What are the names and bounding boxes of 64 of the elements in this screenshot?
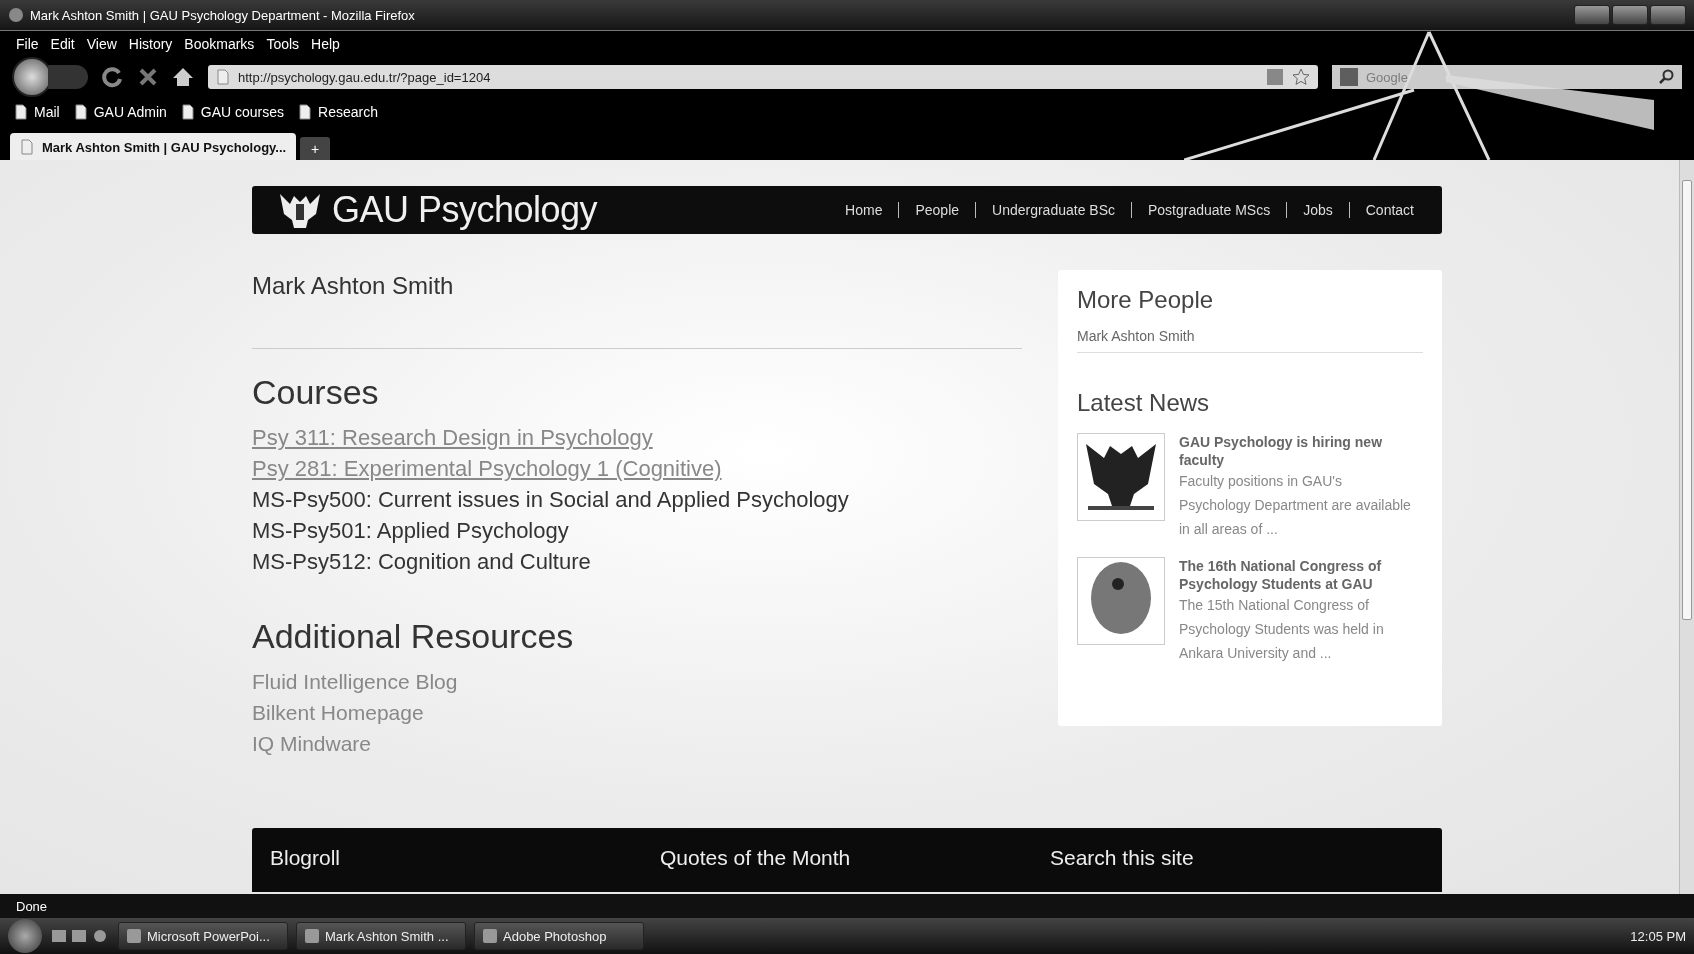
menu-item[interactable]: Edit (50, 36, 75, 52)
maximize-button[interactable] (1612, 5, 1648, 25)
app-icon (483, 929, 497, 943)
footer-heading: Search this site (1050, 846, 1195, 871)
nav-link[interactable]: People (898, 202, 976, 218)
reload-icon[interactable] (102, 66, 124, 88)
page-icon (14, 104, 28, 120)
sidebar-heading: Latest News (1077, 389, 1211, 417)
head-illustration-thumbnail[interactable] (1077, 557, 1165, 645)
news-excerpt: Faculty positions in GAU's Psychology Department are available in all areas of ... (1179, 472, 1411, 539)
sidebar-heading: More People (1077, 286, 1215, 314)
section-heading: Additional Resources (252, 617, 575, 656)
status-text: Done (0, 894, 1694, 918)
bookmark-item[interactable]: Mail (14, 104, 60, 120)
footer-heading: Blogroll (270, 846, 342, 871)
address-field[interactable]: http://psychology.gau.edu.tr/?page_id=1204 (208, 65, 1318, 89)
course-title: MS-Psy500: Current issues in Social and Applied Psychology (252, 486, 850, 514)
close-button[interactable] (1650, 5, 1686, 25)
scrollbar[interactable] (1679, 160, 1694, 894)
search-icon[interactable] (1658, 69, 1674, 85)
course-title: MS-Psy512: Cognition and Culture (252, 548, 592, 576)
course-title: MS-Psy501: Applied Psychology (252, 517, 570, 545)
nav-link[interactable]: Home (829, 202, 899, 218)
app-icon (127, 929, 141, 943)
news-excerpt: The 15th National Congress of Psychology Students was held in Ankara University and ... (1179, 596, 1385, 663)
page-icon (298, 104, 313, 120)
app-icon (305, 929, 319, 943)
footer-heading: Quotes of the Month (660, 846, 852, 871)
stop-icon[interactable] (138, 67, 158, 87)
person-link[interactable]: Mark Ashton Smith (1077, 328, 1423, 353)
page-icon (180, 104, 195, 120)
new-tab-button[interactable]: + (300, 137, 331, 161)
start-button[interactable] (8, 919, 42, 953)
page-icon (20, 139, 34, 155)
minimize-button[interactable] (1574, 5, 1610, 25)
menu-item[interactable]: File (16, 36, 39, 52)
site-logo-text[interactable]: GAU Psychology (332, 189, 598, 231)
menu-item[interactable]: Tools (266, 36, 300, 52)
taskbar-button[interactable]: Adobe Photoshop (474, 922, 644, 950)
taskbar-button[interactable]: Mark Ashton Smith ... (296, 922, 466, 950)
window-title: Mark Ashton Smith | GAU Psychology Department - Mozilla Firefox (30, 7, 415, 23)
browser-tab[interactable]: Mark Ashton Smith | GAU Psychology... (10, 133, 297, 161)
menu-item[interactable]: Help (311, 36, 340, 52)
clock: 12:05 PM (1630, 928, 1686, 944)
bookmark-item[interactable]: GAU courses (180, 104, 285, 120)
menu-item[interactable]: History (128, 36, 173, 52)
star-icon[interactable] (1292, 68, 1310, 86)
eagle-emblem-thumbnail[interactable] (1077, 433, 1165, 521)
nav-link[interactable]: Postgraduate MScs (1131, 202, 1287, 218)
nav-link[interactable]: Jobs (1286, 202, 1349, 218)
section-heading: Courses (252, 373, 380, 412)
page-icon (73, 104, 88, 120)
taskbar-button[interactable]: Microsoft PowerPoi... (118, 922, 288, 950)
menu-item[interactable]: Bookmarks (184, 36, 255, 52)
home-icon[interactable] (172, 67, 194, 87)
page-title: Mark Ashton Smith (252, 272, 1022, 349)
bookmark-item[interactable]: GAU Admin (73, 104, 167, 120)
menu-item[interactable]: View (86, 36, 117, 52)
nav-link[interactable]: Undergraduate BSc (975, 202, 1131, 218)
news-title[interactable]: GAU Psychology is hiring new faculty (1179, 433, 1411, 469)
news-title[interactable]: The 16th National Congress of Psychology Students at GAU (1179, 557, 1411, 593)
page-icon (216, 69, 230, 85)
bookmark-item[interactable]: Research (298, 104, 378, 120)
nav-link[interactable]: Contact (1348, 202, 1430, 218)
